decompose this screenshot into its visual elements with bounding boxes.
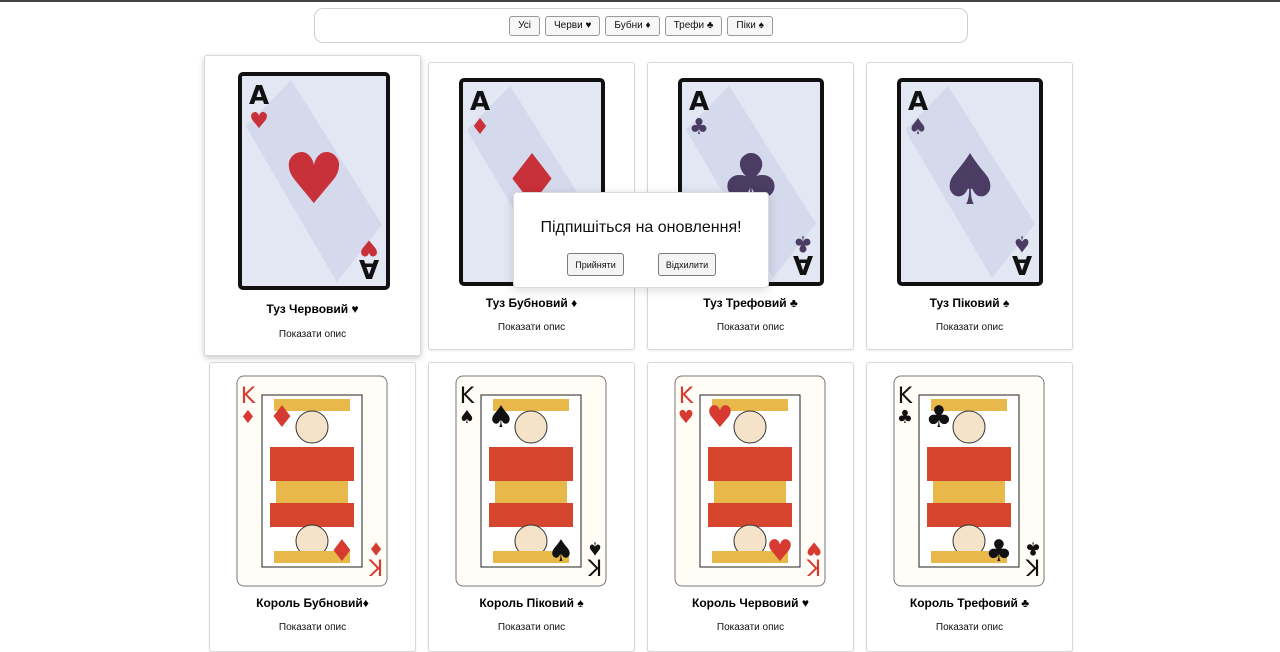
subscribe-message: Підпишіться на оновлення! bbox=[540, 219, 742, 236]
card-king-spades[interactable]: K ♠ ♠ ♠ ♠ K Король Піковий ♠ Показати опис bbox=[428, 362, 635, 652]
rank-bottom-label: A bbox=[1012, 249, 1032, 279]
robe-gold bbox=[276, 481, 348, 503]
suit-top-icon: ♠ bbox=[908, 115, 928, 140]
suit-top-icon: ♣ bbox=[897, 407, 913, 428]
card-title: Король Піковий ♠ bbox=[479, 596, 584, 610]
portrait-suit-icon: ♣ bbox=[926, 400, 953, 435]
robe-gold bbox=[933, 481, 1005, 503]
king-clubs-image: K♣ ♣♣ ♣K bbox=[893, 375, 1045, 587]
card-title: Туз Червовий ♥ bbox=[266, 302, 359, 316]
filter-hearts-button[interactable]: Черви ♥ bbox=[545, 15, 601, 36]
suit-top-icon: ♦ bbox=[240, 407, 256, 428]
robe-red bbox=[927, 447, 1011, 481]
filter-spades-button[interactable]: Піки ♠ bbox=[727, 15, 773, 36]
card-king-diamonds[interactable]: K ♦ ♦ ♦ ♦ K Король Бубновий♦ Показати опис bbox=[209, 362, 416, 652]
rank-top-label: A bbox=[470, 87, 490, 117]
card-king-clubs[interactable]: K ♣ ♣ ♣ ♣ K Король Трефовий ♣ Показати опис bbox=[866, 362, 1073, 652]
show-description-link[interactable]: Показати опис bbox=[429, 622, 634, 633]
rank-bottom-label: A bbox=[793, 249, 813, 279]
rank-bottom-label: K bbox=[1025, 554, 1040, 579]
portrait-suit-icon-bottom: ♠ bbox=[548, 534, 575, 569]
rank-top-label: K bbox=[898, 384, 913, 409]
show-description-link[interactable]: Показати опис bbox=[867, 322, 1072, 333]
show-description-link[interactable]: Показати опис bbox=[429, 322, 634, 333]
robe-red-lower bbox=[270, 503, 354, 527]
card-title: Король Трефовий ♣ bbox=[909, 596, 1030, 610]
center-suit-icon: ♠ bbox=[939, 139, 1002, 221]
decline-button[interactable]: Відхилити bbox=[658, 253, 716, 276]
card-ace-spades[interactable]: A ♠ ♠ ♠ A Туз Піковий ♠ Показати опис bbox=[866, 62, 1073, 350]
suit-top-icon: ♣ bbox=[689, 115, 709, 140]
suit-top-icon: ♥ bbox=[678, 407, 694, 428]
rank-top-label: K bbox=[679, 384, 694, 409]
portrait-suit-icon-bottom: ♥ bbox=[767, 534, 794, 569]
ace-hearts-image: A♥♥♥A bbox=[238, 72, 390, 290]
king-spades-image: K♠ ♠♠ ♠K bbox=[455, 375, 607, 587]
card-ace-hearts[interactable]: A ♥ ♥ ♥ A Туз Червовий ♥ Показати опис bbox=[204, 55, 421, 356]
king-face bbox=[733, 410, 767, 444]
robe-red-lower bbox=[927, 503, 1011, 527]
show-description-link[interactable]: Показати опис bbox=[867, 622, 1072, 633]
suit-top-icon: ♥ bbox=[249, 109, 269, 134]
rank-bottom-label: K bbox=[806, 554, 821, 579]
card-title: Король Червовий ♥ bbox=[692, 596, 809, 610]
king-hearts-image: K♥ ♥♥ ♥K bbox=[674, 375, 826, 587]
card-king-hearts[interactable]: K ♥ ♥ ♥ ♥ K Король Червовий ♥ Показати опис bbox=[647, 362, 854, 652]
rank-bottom-label: K bbox=[368, 554, 383, 579]
show-description-link[interactable]: Показати опис bbox=[648, 322, 853, 333]
portrait-suit-icon: ♥ bbox=[707, 400, 734, 435]
portrait-suit-icon-bottom: ♣ bbox=[986, 534, 1013, 569]
card-title: Туз Бубновий ♦ bbox=[485, 296, 578, 310]
rank-top-label: K bbox=[460, 384, 475, 409]
card-title: Туз Піковий ♠ bbox=[929, 296, 1010, 310]
ace-spades-image: A♠♠♠A bbox=[897, 78, 1043, 286]
accept-button[interactable]: Прийняти bbox=[567, 253, 624, 276]
filter-all-button[interactable]: Усі bbox=[509, 15, 541, 36]
portrait-suit-icon: ♦ bbox=[269, 400, 296, 435]
portrait-suit-icon: ♠ bbox=[488, 400, 515, 435]
robe-gold bbox=[495, 481, 567, 503]
rank-bottom-label: A bbox=[359, 253, 379, 283]
rank-bottom-label: K bbox=[587, 554, 602, 579]
rank-top-label: A bbox=[689, 87, 709, 117]
robe-red bbox=[489, 447, 573, 481]
show-description-link[interactable]: Показати опис bbox=[648, 622, 853, 633]
filter-diamonds-button[interactable]: Бубни ♦ bbox=[605, 15, 660, 36]
robe-red bbox=[270, 447, 354, 481]
rank-top-label: K bbox=[241, 384, 256, 409]
robe-red-lower bbox=[489, 503, 573, 527]
suit-top-icon: ♠ bbox=[459, 407, 475, 428]
rank-top-label: A bbox=[249, 81, 269, 111]
card-title: Туз Трефовий ♣ bbox=[703, 296, 798, 310]
king-face bbox=[295, 410, 329, 444]
subscribe-dialog: Підпишіться на оновлення! Прийняти Відхи… bbox=[513, 192, 769, 288]
portrait-suit-icon-bottom: ♦ bbox=[329, 534, 356, 569]
card-title: Король Бубновий♦ bbox=[256, 596, 369, 610]
rank-top-label: A bbox=[908, 87, 928, 117]
show-description-link[interactable]: Показати опис bbox=[205, 329, 420, 340]
king-face bbox=[514, 410, 548, 444]
suit-top-icon: ♦ bbox=[470, 115, 490, 140]
robe-red-lower bbox=[708, 503, 792, 527]
king-face bbox=[952, 410, 986, 444]
top-border bbox=[0, 0, 1280, 2]
robe-red bbox=[708, 447, 792, 481]
robe-gold bbox=[714, 481, 786, 503]
king-diamonds-image: K♦ ♦♦ ♦K bbox=[236, 375, 388, 587]
filter-clubs-button[interactable]: Трефи ♣ bbox=[664, 15, 723, 36]
show-description-link[interactable]: Показати опис bbox=[210, 622, 415, 633]
center-suit-icon: ♥ bbox=[283, 138, 346, 220]
suit-filter-bar: Усі Черви ♥ Бубни ♦ Трефи ♣ Піки ♠ bbox=[314, 8, 968, 43]
